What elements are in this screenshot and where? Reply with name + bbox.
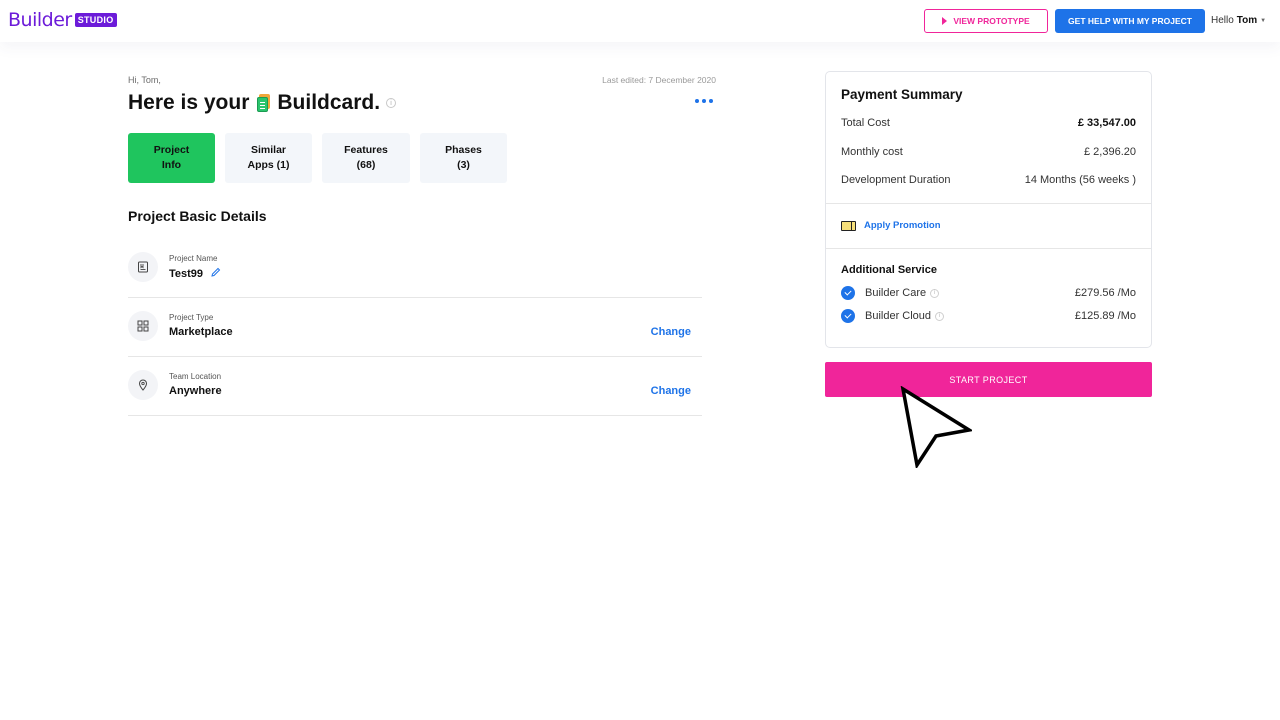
buildcard-icon [257,94,271,112]
tab-label-line2: Info [161,159,182,171]
pencil-icon[interactable] [210,267,221,281]
bookmark-icon [128,252,158,282]
logo-badge: STUDIO [74,13,117,27]
more-options-icon[interactable] [695,99,713,103]
tab-features[interactable]: Features (68) [322,133,410,183]
duration-row: Development Duration 14 Months (56 weeks… [841,174,1136,186]
detail-label: Project Type [169,313,214,322]
detail-value: Marketplace [169,326,233,338]
service-price: £279.56 /Mo [1074,287,1136,299]
tab-project-info[interactable]: Project Info [128,133,215,183]
checkbox-checked-icon[interactable] [841,286,855,300]
builder-studio-logo[interactable]: Builder STUDIO [8,9,117,31]
service-row-builder-cloud: Builder Cloud i £125.89 /Mo [841,309,1136,323]
service-price: £125.89 /Mo [1074,310,1136,322]
service-row-builder-care: Builder Care i £279.56 /Mo [841,286,1136,300]
start-project-button[interactable]: START PROJECT [825,362,1152,397]
page-title: Here is your Buildcard. i [128,91,397,115]
duration-value: 14 Months (56 weeks ) [1024,174,1136,186]
service-name: Builder Care [865,287,927,299]
last-edited-text: Last edited: 7 December 2020 [602,75,716,85]
view-prototype-label: VIEW PROTOTYPE [953,16,1030,26]
play-icon [942,17,948,25]
cost-label: Development Duration [841,174,951,186]
tab-label-line2: (3) [457,159,470,171]
location-pin-icon [128,370,158,400]
tab-label-line1: Project [153,143,190,156]
mouse-cursor-icon [900,386,972,468]
tab-label-line2: Apps (1) [247,159,290,171]
user-menu[interactable]: Hello Tom ▼ [1211,15,1266,26]
section-title: Project Basic Details [128,208,267,224]
ticket-icon [841,220,856,231]
detail-label: Project Name [169,254,218,263]
tab-phases[interactable]: Phases (3) [420,133,507,183]
apply-promotion-label: Apply Promotion [864,220,941,231]
monthly-cost-value: £ 2,396.20 [1084,146,1136,158]
detail-value: Test99 [169,267,221,281]
tab-label-line1: Phases [445,143,482,156]
tab-label-line1: Similar [250,143,287,156]
info-icon[interactable]: i [930,288,940,298]
additional-service-title: Additional Service [841,264,937,276]
apply-promotion-link[interactable]: Apply Promotion [841,220,941,231]
cost-label: Total Cost [841,117,890,129]
monthly-cost-row: Monthly cost £ 2,396.20 [841,146,1136,158]
top-header: Builder STUDIO VIEW PROTOTYPE GET HELP W… [0,0,1280,42]
checkbox-checked-icon[interactable] [841,309,855,323]
grid-icon [128,311,158,341]
tab-label-line1: Features [344,143,388,156]
logo-word: Builder [8,9,72,31]
greeting-text: Hi, Tom, [128,75,161,85]
chevron-down-icon: ▼ [1260,17,1267,24]
detail-label: Team Location [169,372,222,381]
detail-row-project-type: Project Type Marketplace Change [128,299,702,357]
detail-value: Anywhere [169,385,222,397]
cost-label: Monthly cost [841,146,903,158]
view-prototype-button[interactable]: VIEW PROTOTYPE [924,9,1048,33]
payment-summary-title: Payment Summary [841,87,963,102]
info-icon[interactable]: i [935,311,945,321]
project-name-value: Test99 [169,268,204,280]
service-name: Builder Cloud [865,310,932,322]
user-greeting: Hello [1211,15,1234,26]
change-team-location-link[interactable]: Change [651,385,691,397]
payment-summary-card: Payment Summary Total Cost £ 33,547.00 M… [825,71,1152,348]
tab-label-line2: (68) [356,159,376,171]
change-project-type-link[interactable]: Change [651,326,691,338]
get-help-button[interactable]: GET HELP WITH MY PROJECT [1055,9,1205,33]
user-name: Tom [1236,15,1258,26]
page-title-word: Buildcard. [277,91,381,114]
info-icon[interactable]: i [386,98,397,108]
tab-similar-apps[interactable]: Similar Apps (1) [225,133,312,183]
total-cost-row: Total Cost £ 33,547.00 [841,117,1136,129]
page-title-prefix: Here is your [128,91,250,114]
divider [826,203,1151,204]
detail-row-team-location: Team Location Anywhere Change [128,358,702,416]
divider [826,248,1151,249]
detail-row-project-name: Project Name Test99 [128,240,702,298]
total-cost-value: £ 33,547.00 [1077,117,1136,129]
